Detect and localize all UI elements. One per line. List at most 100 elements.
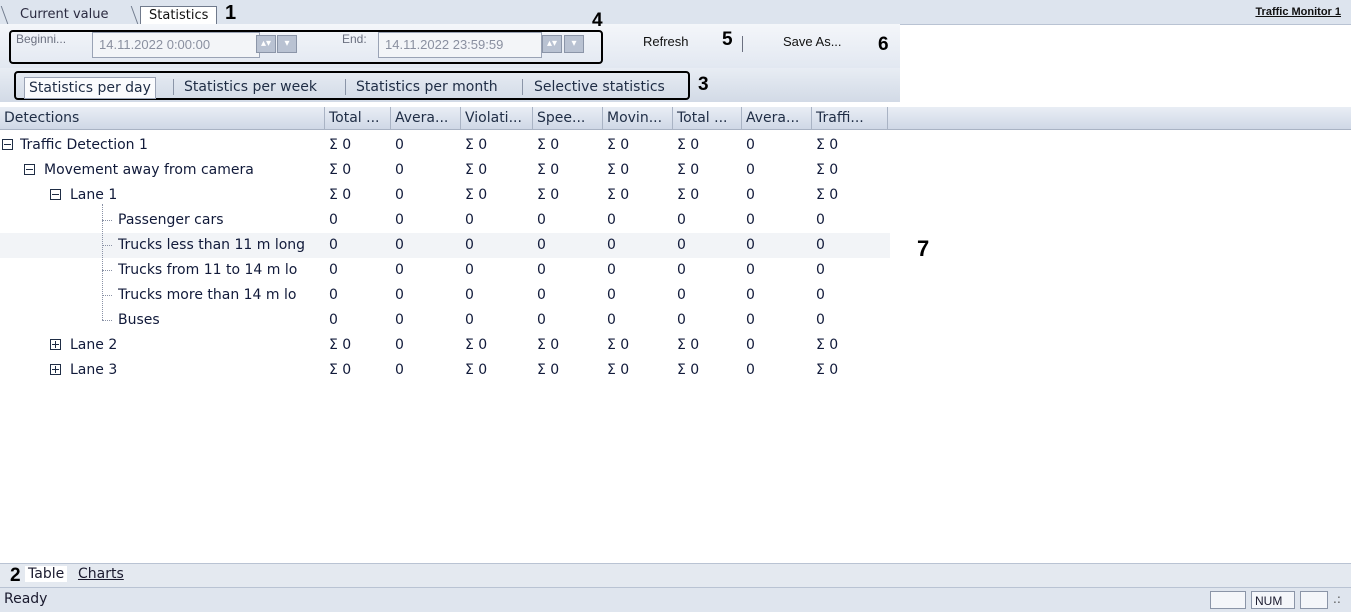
table-row[interactable]: Traffic Detection 1 Σ 0 0 Σ 0 Σ 0 Σ 0 Σ 0 0 Σ 0 (0, 133, 890, 158)
tab-statistics-per-day[interactable]: Statistics per day (24, 77, 156, 99)
expand-icon[interactable] (50, 364, 61, 375)
table-cell: 0 (395, 212, 404, 228)
table-cell: 0 (746, 187, 755, 203)
tab-current-value[interactable]: Current value (12, 6, 116, 24)
table-cell: Σ 0 (465, 362, 488, 378)
table-cell: Σ 0 (607, 162, 630, 178)
column-header[interactable]: Spee... (533, 107, 603, 129)
table-cell: Σ 0 (677, 187, 700, 203)
tab-separator (130, 6, 139, 24)
tab-charts[interactable]: Charts (78, 566, 124, 582)
table-cell: 0 (607, 237, 616, 253)
table-cell: 0 (537, 212, 546, 228)
end-date-input[interactable]: 14.11.2022 23:59:59 (378, 32, 542, 58)
table-cell: Σ 0 (816, 187, 839, 203)
table-row[interactable]: Trucks more than 14 m lo 0 0 0 0 0 0 0 0 (0, 283, 890, 308)
window-title: Traffic Monitor 1 (1255, 6, 1341, 18)
table-row[interactable]: Lane 2 Σ 0 0 Σ 0 Σ 0 Σ 0 Σ 0 0 Σ 0 (0, 333, 890, 358)
begin-date-input[interactable]: 14.11.2022 0:00:00 (92, 32, 260, 58)
top-tab-strip: Current value Statistics 1 Traffic Monit… (0, 0, 1351, 25)
column-header[interactable]: Total ... (673, 107, 742, 129)
status-text: Ready (4, 591, 48, 607)
status-bar: Ready NUM .: (0, 587, 1351, 612)
tree-connector (102, 320, 112, 321)
table-cell: Σ 0 (816, 362, 839, 378)
end-dropdown-icon[interactable]: ▾ (564, 35, 584, 53)
table-cell: Σ 0 (537, 362, 560, 378)
tree-item-label: Passenger cars (118, 212, 224, 228)
table-cell: Σ 0 (677, 137, 700, 153)
table-cell: Σ 0 (816, 137, 839, 153)
view-tab-strip: 2 Table Charts (0, 563, 1351, 588)
table-row[interactable]: Movement away from camera Σ 0 0 Σ 0 Σ 0 Σ 0 Σ … (0, 158, 890, 183)
table-row[interactable]: Trucks less than 11 m long 0 0 0 0 0 0 0 0 (0, 233, 890, 258)
table-row[interactable]: Lane 3 Σ 0 0 Σ 0 Σ 0 Σ 0 Σ 0 0 Σ 0 (0, 358, 890, 383)
table-cell: 0 (677, 237, 686, 253)
table-cell: 0 (395, 137, 404, 153)
tab-table[interactable]: Table (25, 566, 68, 582)
table-cell: Σ 0 (465, 137, 488, 153)
table-cell: 0 (465, 287, 474, 303)
table-row[interactable]: Passenger cars 0 0 0 0 0 0 0 0 (0, 208, 890, 233)
toolbar-divider (742, 36, 743, 52)
table-row[interactable]: Buses 0 0 0 0 0 0 0 0 (0, 308, 890, 333)
tab-separator (0, 6, 9, 24)
tab-statistics-per-month[interactable]: Statistics per month (356, 77, 498, 97)
column-header[interactable]: Avera... (391, 107, 461, 129)
end-spin-icon[interactable]: ▴▾ (542, 35, 562, 53)
table-cell: Σ 0 (537, 187, 560, 203)
begin-spin-icon[interactable]: ▴▾ (256, 35, 276, 53)
begin-dropdown-icon[interactable]: ▾ (277, 35, 297, 53)
table-cell: 0 (329, 212, 338, 228)
table-cell: 0 (746, 137, 755, 153)
table-cell: 0 (465, 212, 474, 228)
table-row[interactable]: Trucks from 11 to 14 m lo 0 0 0 0 0 0 0 0 (0, 258, 890, 283)
table-cell: 0 (607, 312, 616, 328)
column-header[interactable]: Movin... (603, 107, 673, 129)
column-header[interactable]: Avera... (742, 107, 812, 129)
table-cell: Σ 0 (677, 337, 700, 353)
num-lock-indicator: NUM (1251, 591, 1295, 609)
callout-6: 6 (878, 34, 889, 55)
refresh-button[interactable]: Refresh (643, 34, 689, 49)
table-cell: 0 (746, 237, 755, 253)
column-header-detections[interactable]: Detections (0, 107, 325, 129)
table-cell: 0 (816, 312, 825, 328)
table-cell: 0 (816, 212, 825, 228)
collapse-icon[interactable] (24, 164, 35, 175)
table-row[interactable]: Lane 1 Σ 0 0 Σ 0 Σ 0 Σ 0 Σ 0 0 Σ 0 (0, 183, 890, 208)
table-cell: 0 (395, 287, 404, 303)
collapse-icon[interactable] (50, 189, 61, 200)
tab-separator (522, 79, 523, 95)
table-cell: 0 (329, 262, 338, 278)
table-cell: 0 (329, 287, 338, 303)
resize-grip-icon[interactable]: .: (1333, 592, 1341, 606)
table-cell: Σ 0 (329, 362, 352, 378)
table-cell: Σ 0 (329, 187, 352, 203)
table-cell: 0 (329, 312, 338, 328)
column-header[interactable]: Violati... (461, 107, 533, 129)
table-cell: 0 (537, 237, 546, 253)
table-cell: 0 (677, 312, 686, 328)
tab-statistics[interactable]: Statistics (140, 6, 218, 25)
tab-statistics-per-week[interactable]: Statistics per week (184, 77, 317, 97)
expand-icon[interactable] (50, 339, 61, 350)
tree-item-label: Lane 3 (70, 362, 118, 378)
table-cell: Σ 0 (677, 162, 700, 178)
table-cell: 0 (816, 262, 825, 278)
table-cell: Σ 0 (607, 337, 630, 353)
tree-item-label: Movement away from camera (44, 162, 254, 178)
save-as-button[interactable]: Save As... (783, 34, 842, 49)
table-cell: 0 (677, 212, 686, 228)
tab-selective-statistics[interactable]: Selective statistics (534, 77, 665, 97)
column-header[interactable]: Traffi... (812, 107, 888, 129)
table-cell: Σ 0 (329, 162, 352, 178)
callout-5: 5 (722, 29, 733, 50)
column-header[interactable]: Total ... (325, 107, 391, 129)
table-cell: Σ 0 (816, 337, 839, 353)
table-cell: 0 (329, 237, 338, 253)
collapse-icon[interactable] (2, 139, 13, 150)
table-cell: Σ 0 (329, 137, 352, 153)
table-cell: Σ 0 (677, 362, 700, 378)
table-cell: 0 (746, 162, 755, 178)
